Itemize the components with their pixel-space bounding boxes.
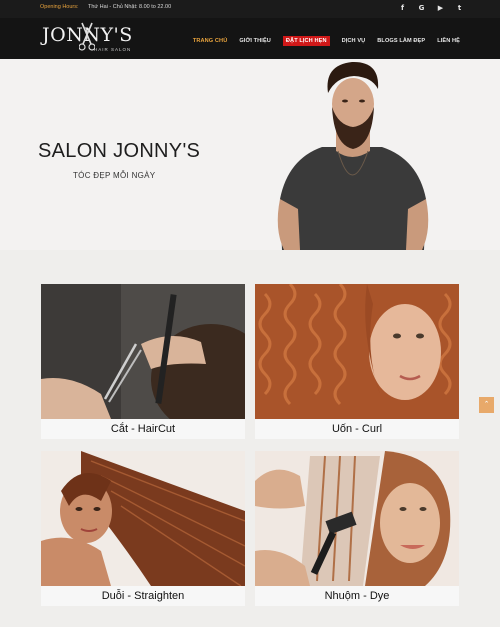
service-card-dye[interactable]: Nhuộm - Dye — [255, 451, 459, 606]
site-header: JONNY'S HAIR SALON TRANG CHỦ GIỚI THIỆU … — [0, 18, 500, 59]
nav-home[interactable]: TRANG CHỦ — [193, 38, 227, 44]
service-card-haircut[interactable]: Cắt - HairCut — [41, 284, 245, 439]
youtube-icon[interactable]: ▶ — [436, 3, 445, 13]
dye-image — [255, 451, 459, 586]
service-caption: Nhuộm - Dye — [324, 590, 390, 602]
service-card-straighten[interactable]: Duỗi - Straighten — [41, 451, 245, 606]
google-icon[interactable]: G — [417, 3, 426, 13]
nav-services[interactable]: DỊCH VỤ — [342, 38, 366, 44]
nav-booking[interactable]: ĐẶT LỊCH HẸN — [282, 36, 330, 46]
hero-title: SALON JONNY'S — [38, 140, 201, 162]
social-links: f G ▶ t — [398, 3, 464, 13]
straighten-image — [41, 451, 245, 586]
main-nav: TRANG CHỦ GIỚI THIỆU ĐẶT LỊCH HẸN DỊCH V… — [181, 36, 460, 46]
chevron-up-icon: ⌃ — [483, 401, 490, 408]
facebook-icon[interactable]: f — [398, 3, 407, 13]
nav-about[interactable]: GIỚI THIỆU — [239, 38, 271, 44]
hero-tagline: TÓC ĐẸP MỖI NGÀY — [73, 171, 156, 180]
logo-subtitle: HAIR SALON — [94, 47, 132, 52]
service-caption: Uốn - Curl — [331, 423, 383, 435]
service-caption: Duỗi - Straighten — [101, 590, 185, 602]
scroll-to-top-button[interactable]: ⌃ — [479, 397, 494, 413]
service-card-curl[interactable]: Uốn - Curl — [255, 284, 459, 439]
curl-image — [255, 284, 459, 419]
opening-hours-label: Opening Hours: — [40, 4, 79, 10]
hero-model-image — [277, 61, 429, 250]
opening-hours-value: Thứ Hai - Chủ Nhật: 8.00 to 22.00 — [87, 4, 172, 10]
haircut-image — [41, 284, 245, 419]
top-info-bar: Opening Hours: Thứ Hai - Chủ Nhật: 8.00 … — [0, 0, 500, 18]
site-logo[interactable]: JONNY'S HAIR SALON — [42, 22, 142, 56]
opening-hours: Opening Hours: Thứ Hai - Chủ Nhật: 8.00 … — [40, 4, 171, 10]
service-caption: Cắt - HairCut — [110, 423, 176, 435]
scissors-icon — [79, 22, 95, 51]
nav-blog[interactable]: BLOGS LÀM ĐẸP — [377, 38, 425, 44]
hero-banner: SALON JONNY'S TÓC ĐẸP MỖI NGÀY — [0, 59, 500, 250]
twitter-icon[interactable]: t — [455, 3, 464, 13]
nav-contact[interactable]: LIÊN HỆ — [437, 38, 460, 44]
